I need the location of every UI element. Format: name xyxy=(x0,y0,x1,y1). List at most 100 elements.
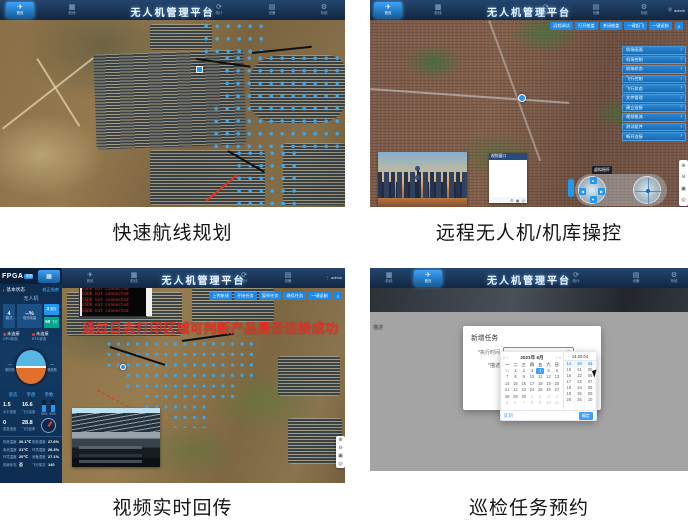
nav-tab-stats[interactable]: ⟳统计 xyxy=(205,2,233,18)
toolbar-button[interactable]: 开始任务 xyxy=(234,292,257,300)
arrow-up-icon[interactable]: ▲ xyxy=(590,177,597,184)
menu-item[interactable]: 机场控制 xyxy=(622,56,686,65)
minute-option[interactable]: 26 xyxy=(575,397,585,403)
nav-tab-system[interactable]: ⚙系统 xyxy=(630,2,658,18)
next-year-button[interactable]: » xyxy=(558,355,561,360)
toolbar-button[interactable]: 一键起飞 xyxy=(624,22,647,30)
arrow-down-icon[interactable]: ▼ xyxy=(590,196,597,203)
tab-attitude[interactable]: 姿态 xyxy=(9,392,18,398)
gear-icon[interactable]: ⚙ xyxy=(510,198,514,203)
drone-position-marker[interactable] xyxy=(120,364,126,370)
layers-icon[interactable]: ▣ xyxy=(516,198,520,203)
menu-item[interactable]: 文件管理 xyxy=(622,94,686,103)
camera-feed-thumbnail[interactable] xyxy=(378,152,467,207)
nav-tab-stats[interactable]: ⟳统计 xyxy=(532,2,560,18)
drone-position-marker[interactable] xyxy=(518,94,526,102)
tab-params[interactable]: 参数 xyxy=(45,392,54,398)
zoom-in-icon[interactable]: ⊕ xyxy=(338,437,342,443)
toolbar-button[interactable]: 打开舱盖 xyxy=(575,22,598,30)
nav-tab-route[interactable]: ▦航线 xyxy=(375,270,403,286)
signal-box[interactable]: 3图传 xyxy=(44,304,59,315)
layers-icon[interactable]: ▣ xyxy=(681,186,686,192)
nav-tab-device[interactable]: ▤设备 xyxy=(258,2,286,18)
metric-label: 垂直速度 xyxy=(3,426,22,431)
nav-tab-stats[interactable]: ⟳统计 xyxy=(562,270,590,286)
user-chip[interactable]: Ⓐadmin xyxy=(668,7,685,13)
locate-icon[interactable]: ◎ xyxy=(522,198,526,203)
nav-tab-home[interactable]: ✈首页 xyxy=(414,270,442,286)
tab-compass[interactable]: 罗盘 xyxy=(27,392,36,398)
nav-tab-system[interactable]: ⚙系统 xyxy=(310,2,338,18)
video-window[interactable]: 视频窗口 ⚙ ▣ ◎ xyxy=(489,153,527,203)
nav-tab-route[interactable]: ▦航线 xyxy=(58,2,86,18)
toolbar-button[interactable]: 关闭舱盖 xyxy=(600,22,623,30)
toolbar-button[interactable]: 一键返航 xyxy=(649,22,672,30)
day-cell[interactable]: 6 xyxy=(511,400,519,406)
zoom-out-icon[interactable]: ⊖ xyxy=(681,174,685,180)
prev-month-button[interactable]: ‹ xyxy=(507,355,509,360)
nav-tab-home[interactable]: ✈首页 xyxy=(374,2,402,18)
locate-icon[interactable]: ◎ xyxy=(338,461,342,467)
nav-tab-home[interactable]: ✈首页 xyxy=(6,2,34,18)
arrow-right-icon[interactable]: ▶ xyxy=(598,188,605,195)
time-header: 14:20:04 xyxy=(564,352,596,361)
joystick-right-pad[interactable] xyxy=(633,176,661,204)
zoom-in-icon[interactable]: ⊕ xyxy=(681,163,685,169)
next-month-button[interactable]: › xyxy=(556,355,558,360)
menu-item[interactable]: 飞行状态 xyxy=(622,84,686,93)
prev-year-button[interactable]: « xyxy=(503,355,506,360)
calibration-link[interactable]: 校正指南 xyxy=(42,287,59,293)
user-chip[interactable]: ⋮admin xyxy=(325,275,342,280)
active-view-tab[interactable]: ▦ xyxy=(38,270,60,283)
menu-item[interactable]: 机场状态 xyxy=(622,65,686,74)
nav-tab-device[interactable]: ▤设备 xyxy=(622,270,650,286)
background-photo xyxy=(370,288,688,312)
joystick-tooltip: 虚拟摇杆 xyxy=(592,166,612,174)
now-link[interactable]: 此刻 xyxy=(504,413,513,419)
hour-option[interactable]: 20 xyxy=(564,397,574,403)
locate-icon[interactable]: ◎ xyxy=(681,197,685,203)
nav-tab-stats[interactable]: ⟳统计 xyxy=(230,270,258,286)
day-cell[interactable]: 9 xyxy=(536,400,544,406)
day-cell[interactable]: 10 xyxy=(544,400,552,406)
toolbar-button[interactable]: 继续任务 xyxy=(283,292,306,300)
toolbar-button[interactable]: 远程调试 xyxy=(550,22,573,30)
toolbar-button[interactable]: 暂停任务 xyxy=(259,292,282,300)
menu-item[interactable]: 视频推流 xyxy=(622,113,686,122)
day-cell[interactable]: 7 xyxy=(520,400,528,406)
zoom-out-icon[interactable]: ⊖ xyxy=(338,445,342,451)
toolbar-more-button[interactable]: ≡ xyxy=(334,292,342,300)
joystick-left-pad[interactable]: ▲ ▼ ◀ ▶ xyxy=(578,176,606,204)
nav-tab-route[interactable]: ▦航线 xyxy=(120,270,148,286)
menu-item[interactable]: 机场画面 xyxy=(622,46,686,55)
video-thumbnail-aerial[interactable] xyxy=(72,408,160,432)
nav-tab-label: 统计 xyxy=(543,11,550,16)
menu-item[interactable]: 测试组件 xyxy=(622,123,686,132)
layers-icon[interactable]: ▣ xyxy=(338,453,343,459)
nav-tab-route[interactable]: ▦航线 xyxy=(424,2,452,18)
nav-tab-device[interactable]: ▤设备 xyxy=(582,2,610,18)
arrow-left-icon[interactable]: ◀ xyxy=(579,188,586,195)
nav-tab-home[interactable]: ✈首页 xyxy=(76,270,104,286)
menu-item[interactable]: 建立连接 xyxy=(622,104,686,113)
confirm-button[interactable]: 确定 xyxy=(579,412,593,420)
menu-item[interactable]: 飞行控制 xyxy=(622,75,686,84)
day-cell[interactable]: 8 xyxy=(528,400,536,406)
mode-box[interactable]: 4模式 xyxy=(3,304,15,328)
satellite-map[interactable] xyxy=(0,0,345,207)
back-chevron-icon[interactable]: ‹ xyxy=(3,288,5,293)
day-cell[interactable]: 11 xyxy=(553,400,561,406)
menu-item[interactable]: 断开连接 xyxy=(622,132,686,141)
day-cell[interactable]: 5 xyxy=(503,400,511,406)
drone-position-marker[interactable] xyxy=(196,66,203,73)
menu-item-label: 飞行状态 xyxy=(626,86,643,92)
flight-box[interactable]: 50飞行 xyxy=(44,317,59,328)
nav-tab-system[interactable]: ⚙系统 xyxy=(660,270,688,286)
second-option[interactable]: 10 xyxy=(585,397,595,403)
toolbar-button[interactable]: 上传航线 xyxy=(209,292,232,300)
toolbar-button[interactable]: 一键返航 xyxy=(308,292,331,300)
nav-tab-device[interactable]: ▤设备 xyxy=(274,270,302,286)
toolbar-more-button[interactable]: ≡ xyxy=(675,22,683,30)
video-thumbnail-hangar[interactable] xyxy=(72,432,160,467)
joystick-panel-handle[interactable] xyxy=(568,179,574,197)
